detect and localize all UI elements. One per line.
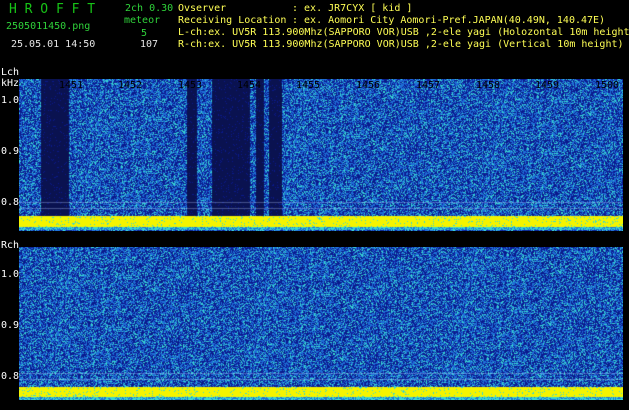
lch-receiver-info: L-ch:ex. UV5R 113.900Mhz(SAPPORO VOR)USB…: [178, 27, 629, 38]
time-tick-1457: 1457: [416, 80, 441, 91]
app-version: 2ch 0.30: [125, 3, 174, 14]
meteor-total: 107: [140, 39, 159, 50]
time-tick-1453: 1453: [178, 80, 203, 91]
meteor-count: 5: [141, 28, 148, 39]
location-value: : ex. Aomori City Aomori-Pref.JAPAN(40.4…: [292, 15, 606, 26]
mode-label: meteor: [124, 15, 161, 26]
observer-label: Ovserver: [178, 3, 227, 14]
time-tick-1455: 1455: [296, 80, 321, 91]
rch-ytick-0-9: 0.9: [1, 320, 20, 331]
time-tick-1500: 1500: [595, 80, 620, 91]
lch-unit-label: kHz: [1, 78, 20, 89]
capture-datetime: 25.05.01 14:50: [11, 39, 96, 50]
time-tick-1459: 1459: [535, 80, 560, 91]
rch-ytick-0-8: 0.8: [1, 371, 20, 382]
file-name: 2505011450.png: [6, 21, 91, 32]
lch-spectrogram: [19, 79, 623, 231]
time-tick-1456: 1456: [356, 80, 381, 91]
location-label: Receiving Location: [178, 15, 287, 26]
rch-spectrogram: [19, 247, 623, 400]
time-tick-1454: 1454: [237, 80, 262, 91]
observer-value: : ex. JR7CYX [ kid ]: [292, 3, 413, 14]
time-tick-1451: 1451: [59, 80, 84, 91]
lch-ytick-1-0: 1.0: [1, 95, 20, 106]
lch-ytick-0-8: 0.8: [1, 197, 20, 208]
lch-spectrogram-canvas: [19, 79, 623, 231]
rch-ytick-1-0: 1.0: [1, 269, 20, 280]
rch-spectrogram-canvas: [19, 247, 623, 400]
time-tick-1458: 1458: [476, 80, 501, 91]
lch-ytick-0-9: 0.9: [1, 146, 20, 157]
rch-receiver-info: R-ch:ex. UV5R 113.900Mhz(SAPPORO VOR)USB…: [178, 39, 624, 50]
time-tick-1452: 1452: [118, 80, 143, 91]
app-brand: H R O F F T: [9, 2, 96, 17]
lch-channel-label: Lch: [1, 67, 20, 78]
rch-channel-label: Rch: [1, 240, 20, 251]
